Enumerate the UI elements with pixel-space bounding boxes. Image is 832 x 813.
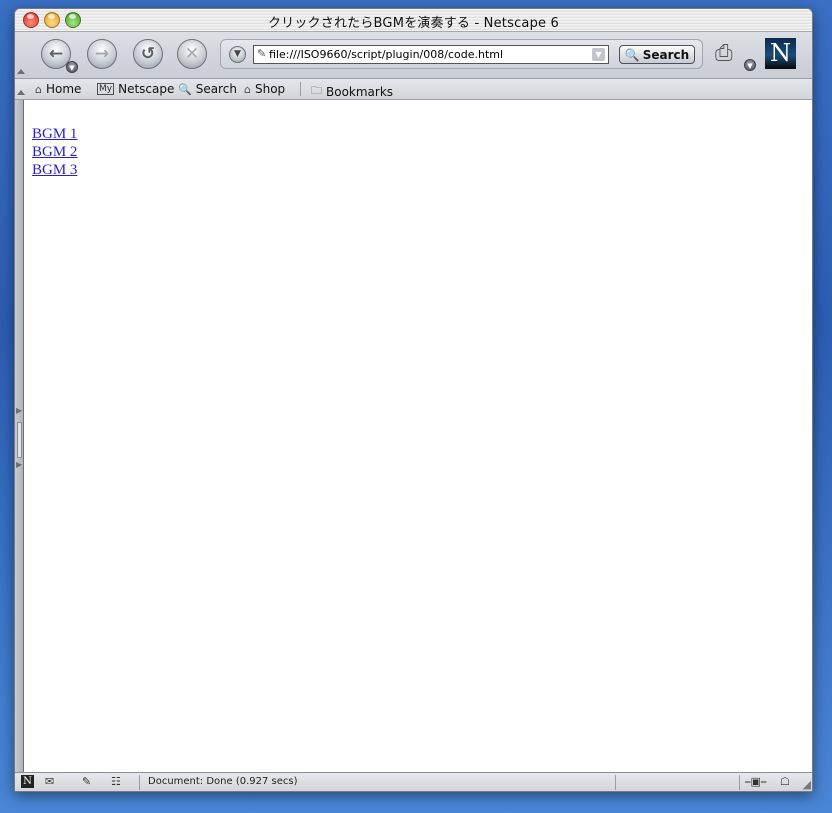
sidebar-expand-icon[interactable]: ▶ [16,460,22,469]
url-bar-group: ▼ ✎ file:///ISO9660/script/plugin/008/co… [220,39,703,69]
magnifier-icon: 🔍 [624,47,640,62]
mail-icon[interactable]: ✉ [45,775,54,788]
sidebar-grip[interactable] [17,422,22,458]
address-book-icon[interactable]: ☷ [111,775,121,788]
search-icon: 🔍 [178,82,192,96]
navigation-toolbar: ← ▼ → ↺ ✕ ▼ ✎ file:///ISO9660/script/plu… [15,32,812,79]
print-icon[interactable]: ⎙ [715,41,733,66]
home-button[interactable]: ⌂ Home [35,82,81,96]
url-input[interactable]: ✎ file:///ISO9660/script/plugin/008/code… [253,45,609,64]
status-divider [739,775,740,790]
personal-toolbar-grip[interactable] [16,79,25,99]
forward-button[interactable]: → [87,39,117,69]
page-proxy-icon[interactable]: ✎ [257,47,266,60]
stop-button[interactable]: ✕ [177,39,207,69]
window-resize-handle[interactable]: ◢ [803,778,811,791]
toolbar-collapse-grip[interactable] [16,32,25,78]
url-text[interactable]: file:///ISO9660/script/plugin/008/code.h… [269,48,503,61]
my-netscape-icon: My [97,83,115,95]
reload-icon: ↺ [140,44,156,64]
search-toolbar-button[interactable]: 🔍 Search [178,82,237,96]
stop-icon: ✕ [184,44,200,64]
home-icon: ⌂ [35,82,42,96]
url-dropdown-arrow[interactable]: ▼ [592,48,605,61]
search-button-label: Search [642,47,690,62]
title-bar[interactable]: クリックされたらBGMを演奏する - Netscape 6 [15,9,812,32]
back-arrow-icon: ← [48,44,64,64]
bgm-link-list: BGM 1 BGM 2 BGM 3 [32,125,77,179]
print-dropdown[interactable]: ▼ [744,59,756,71]
security-lock-icon[interactable]: ☖ [780,775,790,788]
page-content: BGM 1 BGM 2 BGM 3 [24,100,812,772]
bgm-link-3[interactable]: BGM 3 [32,161,77,179]
reload-button[interactable]: ↺ [133,39,163,69]
toolbar-divider [300,82,301,96]
shop-button[interactable]: ⌂ Shop [244,82,285,96]
bookmarks-button[interactable]: 🗀 Bookmarks [311,82,393,101]
back-history-dropdown[interactable]: ▼ [66,61,78,73]
bgm-link-1[interactable]: BGM 1 [32,125,77,143]
forward-arrow-icon: → [94,44,110,64]
folder-icon: 🗀 [311,84,322,97]
status-divider [615,775,616,790]
url-history-dropdown[interactable]: ▼ [229,46,246,63]
status-text: Document: Done (0.927 secs) [148,776,298,787]
chevron-down-icon: ▼ [234,49,241,59]
netscape-component-icon[interactable]: N [21,775,34,788]
bgm-link-2[interactable]: BGM 2 [32,143,77,161]
window-title: クリックされたらBGMを演奏する - Netscape 6 [267,16,560,31]
browser-window: クリックされたらBGMを演奏する - Netscape 6 ← ▼ → ↺ ✕ … [14,8,813,792]
netscape-logo[interactable]: N [765,38,796,69]
search-button[interactable]: 🔍 Search [619,45,695,64]
shop-icon: ⌂ [244,82,251,96]
status-bar: N ✉ ✎ ☷ Document: Done (0.927 secs) ⎯▣⎯ … [15,772,812,791]
my-netscape-button[interactable]: My Netscape [97,82,174,96]
online-connection-icon[interactable]: ⎯▣⎯ [745,775,766,789]
composer-icon[interactable]: ✎ [82,775,91,788]
personal-toolbar: ⌂ Home My Netscape 🔍 Search ⌂ Shop 🗀 Boo… [15,79,812,100]
sidebar-splitter[interactable]: ▶ ▶ [15,100,24,772]
status-divider [139,775,140,790]
sidebar-expand-icon[interactable]: ▶ [16,406,22,415]
